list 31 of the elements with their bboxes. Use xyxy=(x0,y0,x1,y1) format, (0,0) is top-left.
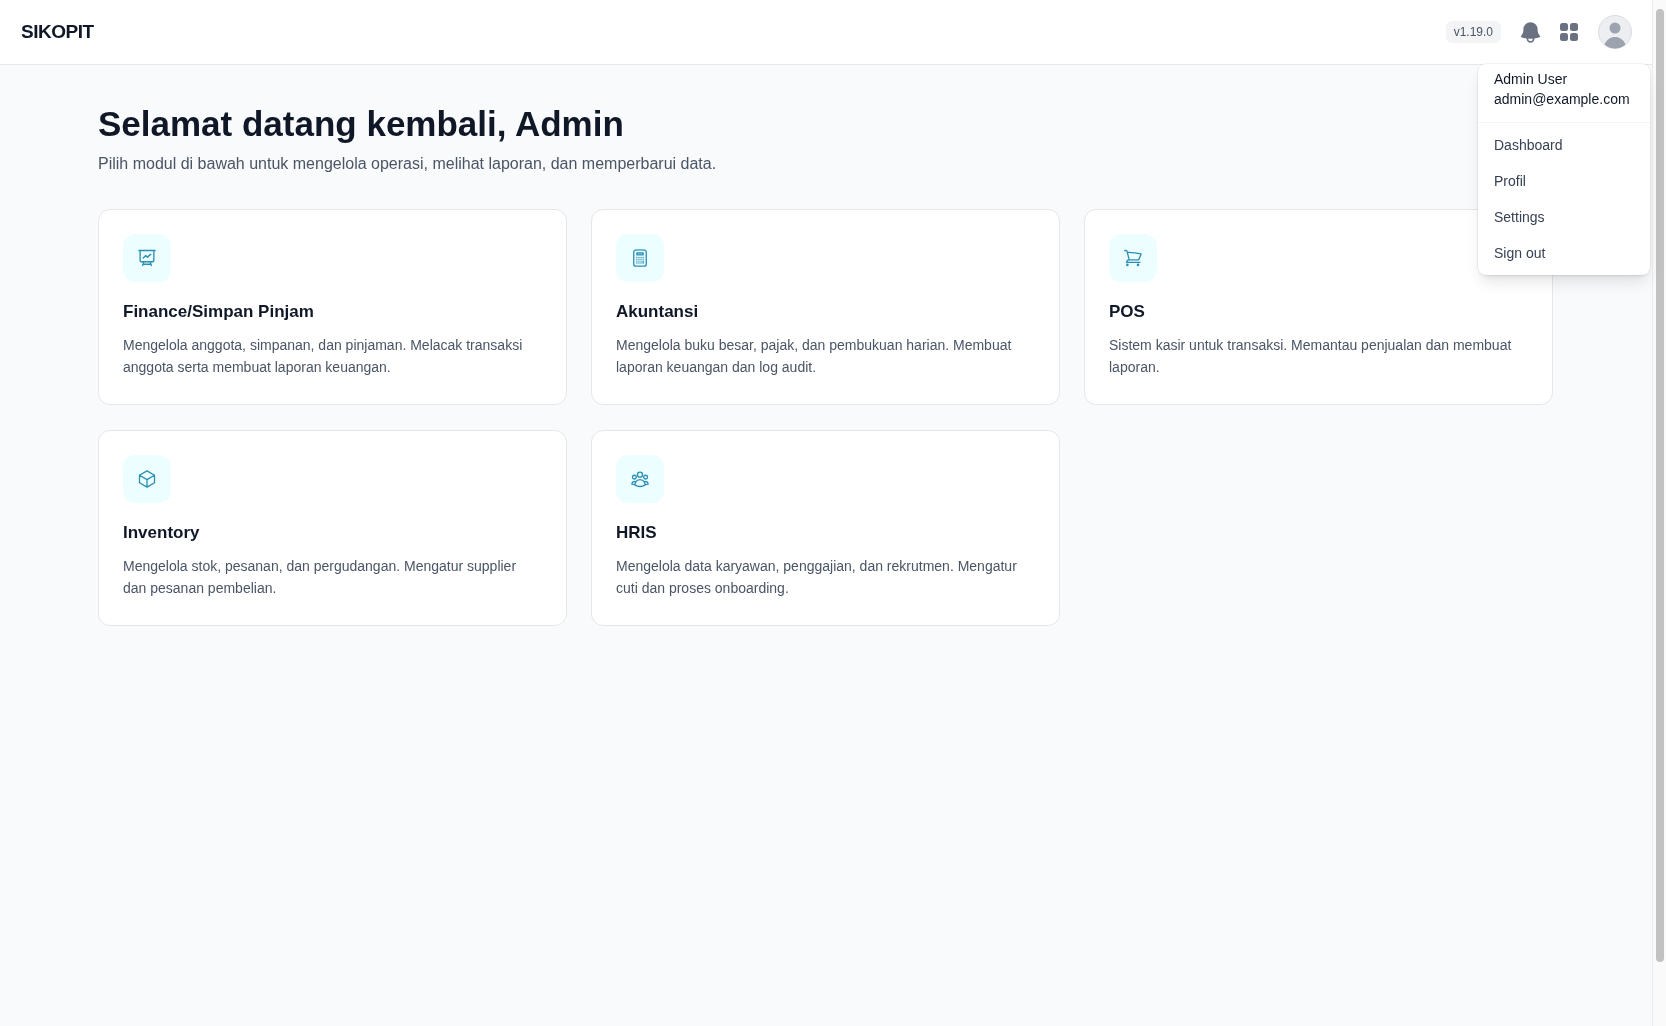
cart-icon xyxy=(1109,234,1157,282)
module-card[interactable]: HRIS Mengelola data karyawan, penggajian, dan rekrutmen. Mengatur cuti dan proses onboarding. xyxy=(591,430,1060,626)
module-title: Akuntansi xyxy=(616,301,700,323)
menu-item[interactable]: Profil xyxy=(1478,163,1650,199)
calculator-icon xyxy=(616,234,664,282)
logo-text[interactable]: SIKOPIT xyxy=(21,17,94,47)
user-name: Admin User xyxy=(1494,70,1569,89)
module-title: HRIS xyxy=(616,522,658,544)
grid-icon[interactable] xyxy=(1560,23,1578,41)
module-card[interactable]: Finance/Simpan Pinjam Mengelola anggota, simpanan, dan pinjaman. Melacak transaksi anggota serta membuat laporan keuangan. xyxy=(98,209,567,405)
module-title: Finance/Simpan Pinjam xyxy=(123,301,315,323)
module-description: Mengelola anggota, simpanan, dan pinjaman. Melacak transaksi anggota serta membuat laporan keuangan. xyxy=(123,336,524,377)
module-description: Mengelola data karyawan, penggajian, dan rekrutmen. Mengatur cuti dan proses onboarding. xyxy=(616,557,1018,598)
scrollbar[interactable] xyxy=(1652,0,1666,1026)
module-card[interactable]: Inventory Mengelola stok, pesanan, dan pergudangan. Mengatur supplier dan pesanan pembelian. xyxy=(98,430,567,626)
module-title: Inventory xyxy=(123,522,201,544)
module-description: Mengelola buku besar, pajak, dan pembukuan harian. Membuat laporan keuangan dan log audit. xyxy=(616,336,1013,377)
people-icon xyxy=(616,455,664,503)
cube-icon xyxy=(123,455,171,503)
menu-item[interactable]: Dashboard xyxy=(1478,127,1650,163)
presentation-chart-icon xyxy=(123,234,171,282)
module-title: POS xyxy=(1109,301,1146,323)
avatar-icon[interactable] xyxy=(1598,15,1632,49)
welcome-heading: Selamat datang kembali, Admin xyxy=(98,103,624,145)
welcome-subtitle: Pilih modul di bawah untuk mengelola operasi, melihat laporan, dan memperbarui data. xyxy=(98,154,717,174)
version-badge: v1.19.0 xyxy=(1445,21,1501,43)
module-card[interactable]: Akuntansi Mengelola buku besar, pajak, dan pembukuan harian. Membuat laporan keuangan dan log audit. xyxy=(591,209,1060,405)
module-description: Sistem kasir untuk transaksi. Memantau penjualan dan membuat laporan. xyxy=(1109,336,1513,377)
bell-icon[interactable] xyxy=(1521,21,1540,43)
user-email: admin@example.com xyxy=(1494,90,1631,109)
module-description: Mengelola stok, pesanan, dan pergudangan. Mengatur supplier dan pesanan pembelian. xyxy=(123,557,518,598)
